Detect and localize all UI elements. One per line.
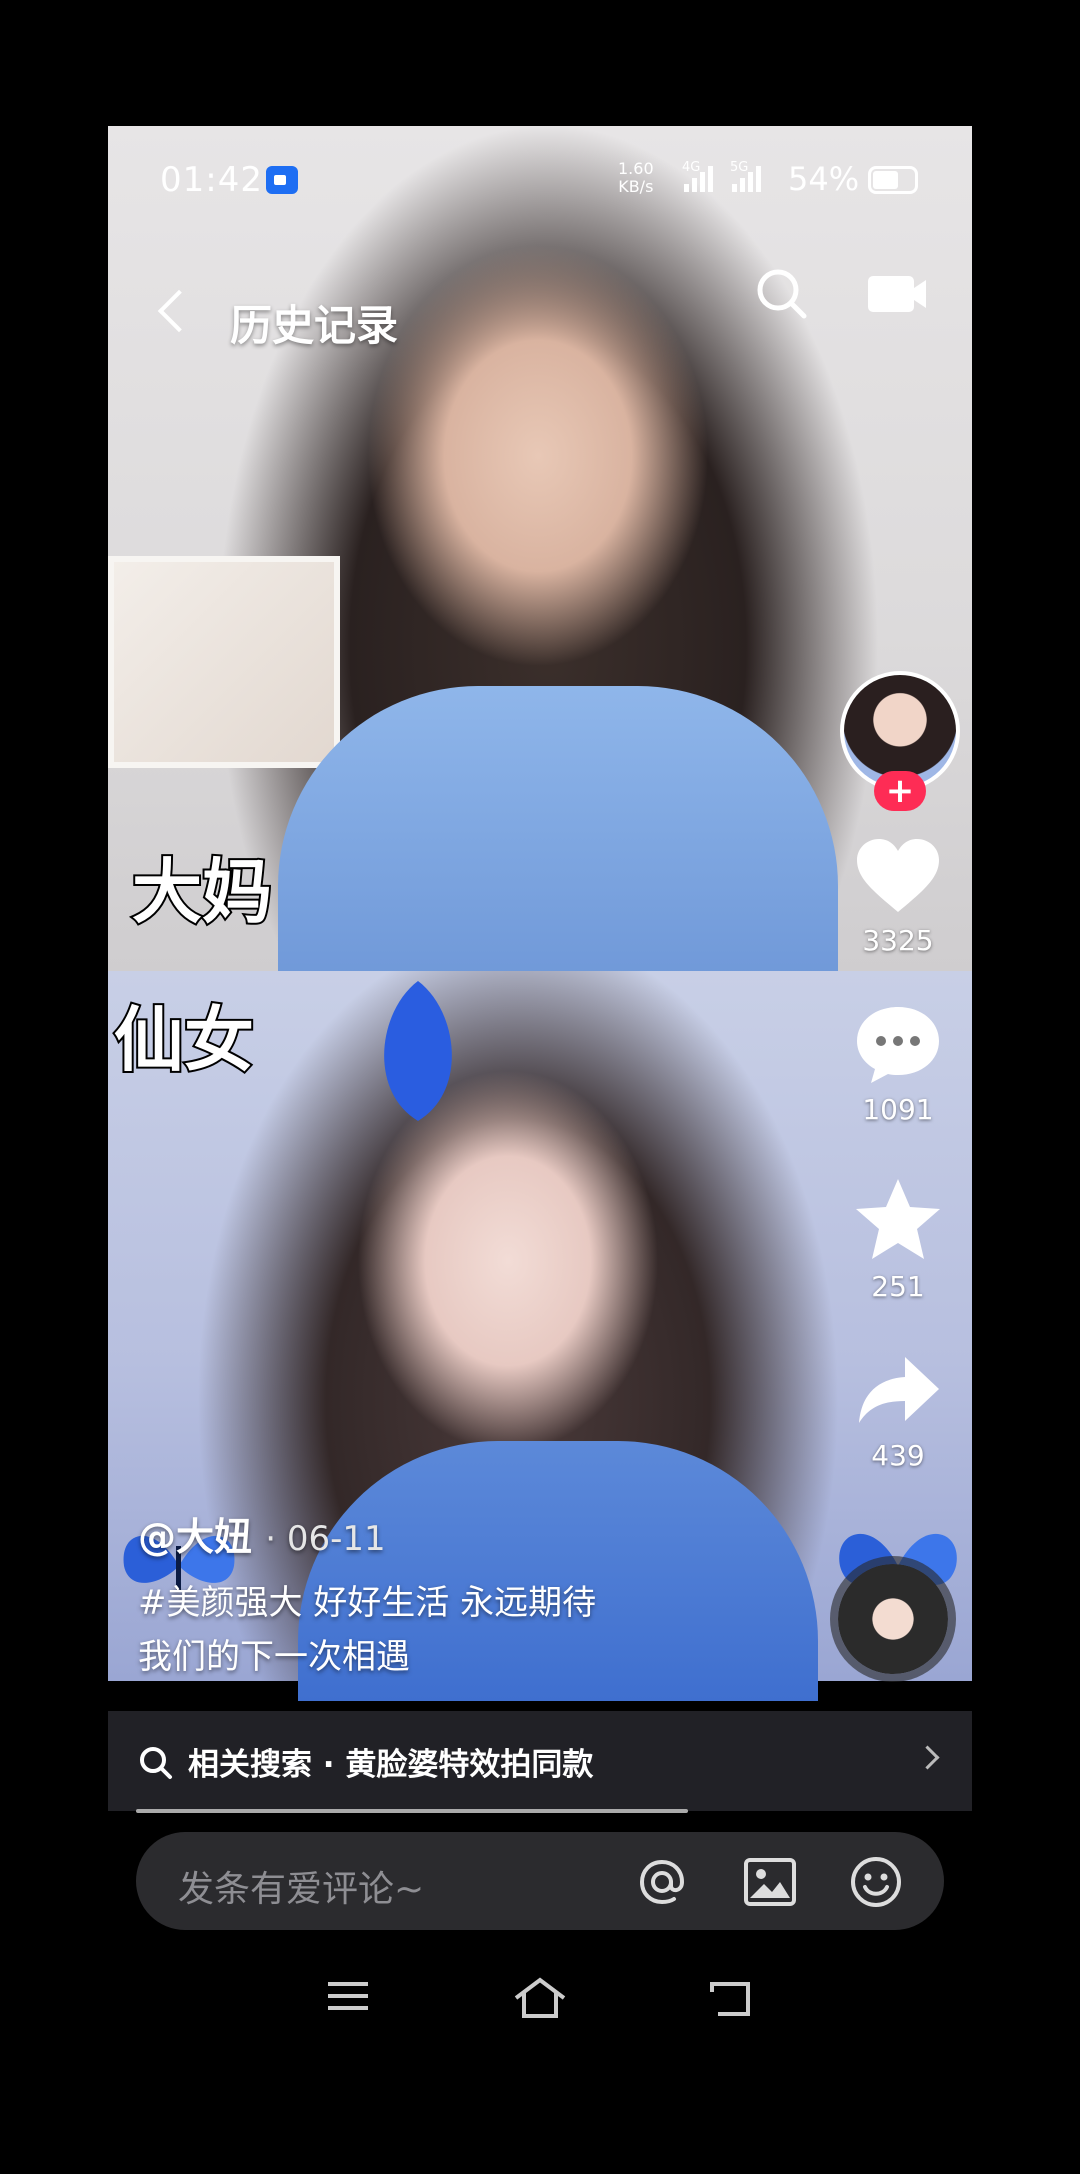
chevron-right-icon [915, 1745, 940, 1770]
emoji-icon[interactable] [846, 1852, 906, 1912]
share-button[interactable]: 439 [828, 1351, 968, 1472]
signal-icon: 4G [682, 160, 713, 192]
clock: 01:42 [160, 160, 263, 200]
battery-icon [868, 166, 918, 194]
status-bar: 01:42 1.60 KB/s 4G 5G 54% [108, 126, 972, 230]
comment-bar[interactable]: 发条有爱评论~ [136, 1832, 944, 1930]
wall-photo-frame [108, 556, 340, 768]
related-search-text: 相关搜索 · 黄脸婆特效拍同款 [188, 1747, 594, 1783]
share-arrow-icon [859, 1357, 939, 1423]
comment-count: 1091 [862, 1093, 934, 1126]
favorite-button[interactable]: 251 [828, 1176, 968, 1303]
menu-icon[interactable] [326, 1976, 370, 2016]
signal-icon: 5G [730, 160, 761, 192]
comment-icon [857, 1007, 939, 1083]
battery-percent: 54% [788, 160, 860, 198]
screen-record-icon [266, 166, 298, 194]
at-icon[interactable] [632, 1852, 692, 1912]
overlay-label-bottom: 仙女 [112, 997, 256, 1083]
heart-icon [857, 839, 939, 912]
share-count: 439 [871, 1439, 925, 1472]
author-line: @大妞 · 06-11 [138, 1506, 386, 1561]
caption-line-2: 我们的下一次相遇 [138, 1637, 410, 1677]
back-icon[interactable] [157, 289, 201, 333]
related-search-bar[interactable]: 相关搜索 · 黄脸婆特效拍同款 [108, 1711, 972, 1811]
network-speed: 1.60 KB/s [618, 159, 654, 196]
comment-button[interactable]: 1091 [828, 1003, 968, 1126]
image-icon[interactable] [740, 1852, 800, 1912]
butterfly-icon [384, 981, 452, 1121]
follow-button[interactable]: + [874, 771, 926, 811]
caption-line-1[interactable]: #美颜强大 好好生活 永远期待 [138, 1576, 738, 1630]
star-icon [856, 1179, 940, 1259]
music-disc[interactable] [838, 1564, 948, 1674]
camera-icon[interactable] [864, 272, 930, 316]
top-nav: 历史记录 [108, 256, 972, 356]
system-nav-bar [0, 1960, 1080, 2040]
search-icon [140, 1747, 172, 1779]
comment-input[interactable]: 发条有爱评论~ [178, 1860, 424, 1912]
phone-screen: 01:42 1.60 KB/s 4G 5G 54% 历史记录 大妈 仙女 + 3… [108, 126, 972, 1816]
overlay-label-top: 大妈 [130, 849, 274, 935]
back-nav-icon[interactable] [708, 1976, 756, 2020]
like-button[interactable]: 3325 [828, 836, 968, 957]
video-progress[interactable] [136, 1809, 688, 1813]
favorite-count: 251 [871, 1270, 925, 1303]
page-title: 历史记录 [230, 301, 399, 350]
caption: #美颜强大 好好生活 永远期待 我们的下一次相遇 [138, 1576, 738, 1684]
post-date: · 06-11 [265, 1519, 386, 1559]
blue-sweater [278, 686, 838, 986]
like-count: 3325 [862, 924, 934, 957]
search-icon[interactable] [752, 264, 812, 324]
author-name[interactable]: @大妞 [138, 1515, 252, 1559]
home-icon[interactable] [512, 1976, 568, 2020]
